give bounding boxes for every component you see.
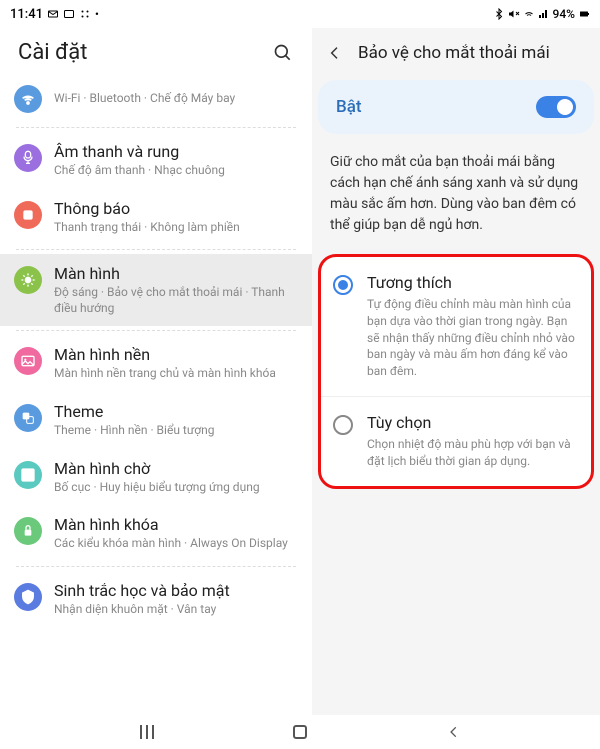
battery-text: 94% [553,7,575,21]
sidebar-item[interactable]: Màn hình khóa Các kiểu khóa màn hình · Al… [0,505,312,562]
status-time: 11:41 [10,7,43,22]
item-title: Sinh trắc học và bảo mật [54,581,298,600]
battery-icon [578,8,590,20]
sidebar-item-connections[interactable]: Wi-Fi · Bluetooth · Chế độ Máy bay [0,83,312,123]
sidebar-item[interactable]: Thông báo Thanh trạng thái · Không làm ph… [0,189,312,246]
settings-list: Wi-Fi · Bluetooth · Chế độ Máy bay Âm th… [0,83,312,717]
item-icon [14,404,42,432]
search-icon [273,43,293,63]
toggle-switch[interactable] [536,96,576,118]
sidebar-item[interactable]: Màn hình chờ Bố cục · Huy hiệu biểu tượng… [0,449,312,506]
divider [16,566,296,567]
app-icon [79,8,91,20]
item-icon [14,583,42,611]
option-desc: Tự động điều chỉnh màu màn hình của bạn … [367,296,575,380]
page-title: Cài đặt [18,40,87,65]
item-icon [14,461,42,489]
sidebar-item[interactable]: Màn hình nền Màn hình nền trang chủ và mà… [0,335,312,392]
sidebar-item[interactable]: Âm thanh và rung Chế độ âm thanh · Nhạc c… [0,132,312,189]
item-sub: Nhận diện khuôn mặt · Vân tay [54,602,298,618]
option-title: Tùy chọn [367,413,575,432]
status-bar: 11:41 • 94% [0,0,600,28]
mail-icon [47,8,59,20]
item-title: Âm thanh và rung [54,142,298,161]
option-title: Tương thích [367,273,575,292]
divider [16,249,296,250]
divider [16,127,296,128]
connections-sub: Wi-Fi · Bluetooth · Chế độ Máy bay [54,91,298,107]
more-icon: • [95,8,99,21]
chevron-left-icon [327,45,343,61]
feature-description: Giữ cho mắt của bạn thoải mái bằng cách … [318,152,594,254]
settings-sidebar: Cài đặt Wi-Fi · Bluetooth · Chế độ Máy b… [0,28,312,717]
item-sub: Thanh trạng thái · Không làm phiền [54,220,298,236]
search-button[interactable] [272,42,294,64]
option-group: Tương thích Tự động điều chỉnh màu màn h… [318,254,594,489]
item-sub: Theme · Hình nền · Biểu tượng [54,423,298,439]
nav-bar [0,715,600,749]
item-sub: Bố cục · Huy hiệu biểu tượng ứng dụng [54,480,298,496]
item-sub: Màn hình nền trang chủ và màn hình khóa [54,366,298,382]
sidebar-item[interactable]: Theme Theme · Hình nền · Biểu tượng [0,392,312,449]
nav-back[interactable] [434,723,474,741]
item-title: Màn hình [54,264,298,283]
item-icon [14,201,42,229]
picture-icon [63,8,75,20]
divider [16,330,296,331]
wifi-icon [20,91,36,107]
item-icon [14,144,42,172]
item-title: Theme [54,402,298,421]
back-button[interactable] [324,42,346,64]
nav-home[interactable] [293,725,307,739]
item-title: Màn hình nền [54,345,298,364]
item-title: Thông báo [54,199,298,218]
nav-recent[interactable] [127,723,167,741]
master-toggle-card[interactable]: Bật [318,80,594,134]
item-title: Màn hình khóa [54,515,298,534]
option-adaptive[interactable]: Tương thích Tự động điều chỉnh màu màn h… [321,257,591,396]
item-sub: Độ sáng · Bảo vệ cho mắt thoải mái · Tha… [54,285,298,316]
radio-adaptive[interactable] [333,275,353,295]
item-sub: Chế độ âm thanh · Nhạc chuông [54,163,298,179]
toggle-label: Bật [336,97,362,117]
item-icon [14,266,42,294]
detail-title: Bảo vệ cho mắt thoải mái [358,43,550,63]
item-icon [14,347,42,375]
sidebar-item[interactable]: Sinh trắc học và bảo mật Nhận diện khuôn … [0,571,312,628]
radio-custom[interactable] [333,415,353,435]
bluetooth-icon [493,8,505,20]
option-custom[interactable]: Tùy chọn Chọn nhiệt độ màu phù hợp với b… [321,396,591,486]
signal-icon [538,8,550,20]
sidebar-item[interactable]: Màn hình Độ sáng · Bảo vệ cho mắt thoải m… [0,254,312,326]
wifi-icon [523,8,535,20]
item-title: Màn hình chờ [54,459,298,478]
detail-pane: Bảo vệ cho mắt thoải mái Bật Giữ cho mắt… [312,28,600,717]
item-icon [14,517,42,545]
option-desc: Chọn nhiệt độ màu phù hợp với bạn và đặt… [367,436,575,470]
mute-icon [508,8,520,20]
item-sub: Các kiểu khóa màn hình · Always On Displ… [54,536,298,552]
